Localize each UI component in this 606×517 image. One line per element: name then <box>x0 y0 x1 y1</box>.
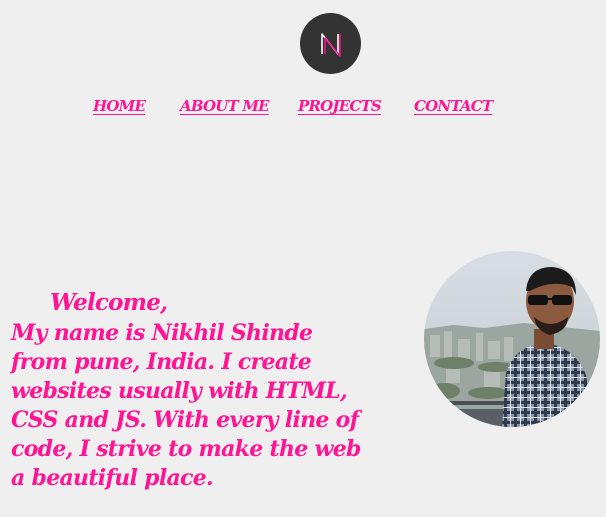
nav-home-link[interactable]: HOME <box>93 97 146 115</box>
bio-text: My name is Nikhil Shinde from pune, Indi… <box>11 320 361 491</box>
intro-section: Welcome, My name is Nikhil Shinde from p… <box>11 286 361 493</box>
monogram-n-logo-icon <box>320 32 341 57</box>
nav-contact-link[interactable]: CONTACT <box>414 97 493 115</box>
nav-about-link[interactable]: ABOUT ME <box>180 97 270 115</box>
nav-projects-link[interactable]: PROJECTS <box>298 97 382 115</box>
welcome-heading: Welcome, <box>50 289 168 316</box>
profile-photo-image <box>424 251 600 427</box>
logo[interactable] <box>300 13 361 74</box>
profile-photo <box>424 251 600 427</box>
